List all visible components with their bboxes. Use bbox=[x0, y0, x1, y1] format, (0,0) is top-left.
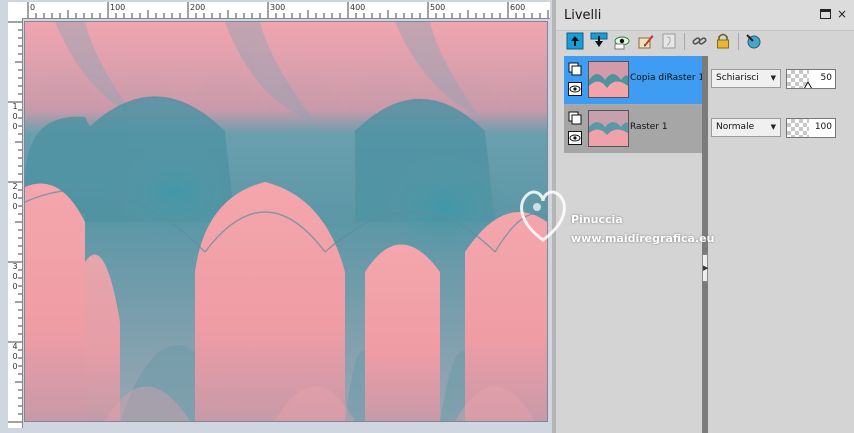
canvas-window: 0 100 200 300 400 500 600 1 0 0 2 0 0 3 0 0 4 0 0 bbox=[0, 0, 552, 433]
vertical-ruler: 1 0 0 2 0 0 3 0 0 4 0 0 bbox=[8, 18, 23, 428]
layer-row-copia-diraster-1[interactable]: Copia diRaster 1 bbox=[564, 56, 704, 104]
toolbar-separator bbox=[684, 33, 685, 50]
layer-properties-icon[interactable] bbox=[743, 31, 763, 51]
layer-thumbnail bbox=[588, 110, 629, 147]
opacity-field[interactable]: 50 bbox=[786, 69, 836, 89]
blend-mode-select[interactable]: Schiarisci ▼ bbox=[711, 69, 781, 88]
opacity-field[interactable]: 100 bbox=[786, 118, 836, 138]
blend-mode-value: Normale bbox=[716, 122, 755, 132]
layer-row-raster-1[interactable]: Raster 1 bbox=[564, 105, 702, 153]
ruler-label: 1 0 0 bbox=[12, 102, 18, 131]
layer-artwork bbox=[25, 22, 547, 421]
layer-thumbnail bbox=[588, 61, 629, 98]
ruler-label: 100 bbox=[110, 3, 126, 12]
chevron-down-icon: ▼ bbox=[770, 123, 776, 131]
chevron-down-icon: ▼ bbox=[770, 74, 776, 82]
new-raster-layer-icon[interactable] bbox=[565, 31, 585, 51]
paint-brush-icon[interactable] bbox=[636, 31, 656, 51]
layer-name[interactable]: Copia diRaster 1 bbox=[630, 73, 704, 83]
link-icon[interactable] bbox=[690, 31, 710, 51]
ruler-label: 400 bbox=[350, 3, 366, 12]
ruler-label: 3 0 0 bbox=[12, 262, 18, 291]
ruler-label: 500 bbox=[430, 3, 446, 12]
visibility-toggle-icon[interactable] bbox=[612, 31, 632, 51]
opacity-value: 50 bbox=[820, 73, 832, 83]
ruler-label: 4 0 0 bbox=[12, 342, 18, 371]
panel-title: Livelli bbox=[564, 8, 602, 23]
opacity-slider-marker-icon[interactable] bbox=[804, 82, 812, 89]
layer-list: Copia diRaster 1 Raster 1 bbox=[564, 56, 704, 153]
ruler-label: 2 0 0 bbox=[12, 182, 18, 211]
layer-group-icon[interactable] bbox=[568, 111, 582, 125]
ruler-label: 200 bbox=[190, 3, 206, 12]
ruler-label: 600 bbox=[510, 3, 526, 12]
transparency-swatch bbox=[787, 119, 809, 137]
panel-divider[interactable] bbox=[702, 56, 708, 433]
layer-list-empty-area bbox=[564, 153, 702, 433]
merge-down-icon[interactable] bbox=[589, 31, 609, 51]
collapse-arrow-icon[interactable]: ▶ bbox=[702, 254, 708, 282]
layers-panel: Livelli × Copia diRaster 1 Raster 1 ▶ Sc… bbox=[556, 0, 854, 433]
ruler-label: 0 bbox=[30, 3, 36, 12]
eye-icon[interactable] bbox=[568, 82, 582, 96]
layer-group-icon[interactable] bbox=[568, 62, 582, 76]
ruler-label: 300 bbox=[270, 3, 286, 12]
eye-icon[interactable] bbox=[568, 131, 582, 145]
panel-menu-button[interactable] bbox=[820, 9, 831, 19]
layer-name[interactable]: Raster 1 bbox=[630, 122, 668, 132]
blend-mode-value: Schiarisci bbox=[716, 73, 759, 83]
ruler-corner bbox=[8, 2, 23, 19]
image-canvas[interactable] bbox=[24, 21, 548, 422]
close-icon[interactable]: × bbox=[837, 7, 847, 21]
lock-icon[interactable] bbox=[713, 31, 733, 51]
mask-icon[interactable] bbox=[659, 31, 679, 51]
layer-properties-row-1: Schiarisci ▼ 50 bbox=[711, 66, 854, 90]
layer-properties-row-2: Normale ▼ 100 bbox=[711, 115, 854, 139]
layers-toolbar bbox=[562, 31, 852, 53]
horizontal-ruler: 0 100 200 300 400 500 600 bbox=[22, 2, 550, 19]
opacity-value: 100 bbox=[814, 122, 832, 132]
panel-header: Livelli × bbox=[556, 0, 854, 31]
ruler-ticks bbox=[27, 2, 549, 18]
toolbar-separator bbox=[738, 33, 739, 50]
blend-mode-select[interactable]: Normale ▼ bbox=[711, 118, 781, 137]
